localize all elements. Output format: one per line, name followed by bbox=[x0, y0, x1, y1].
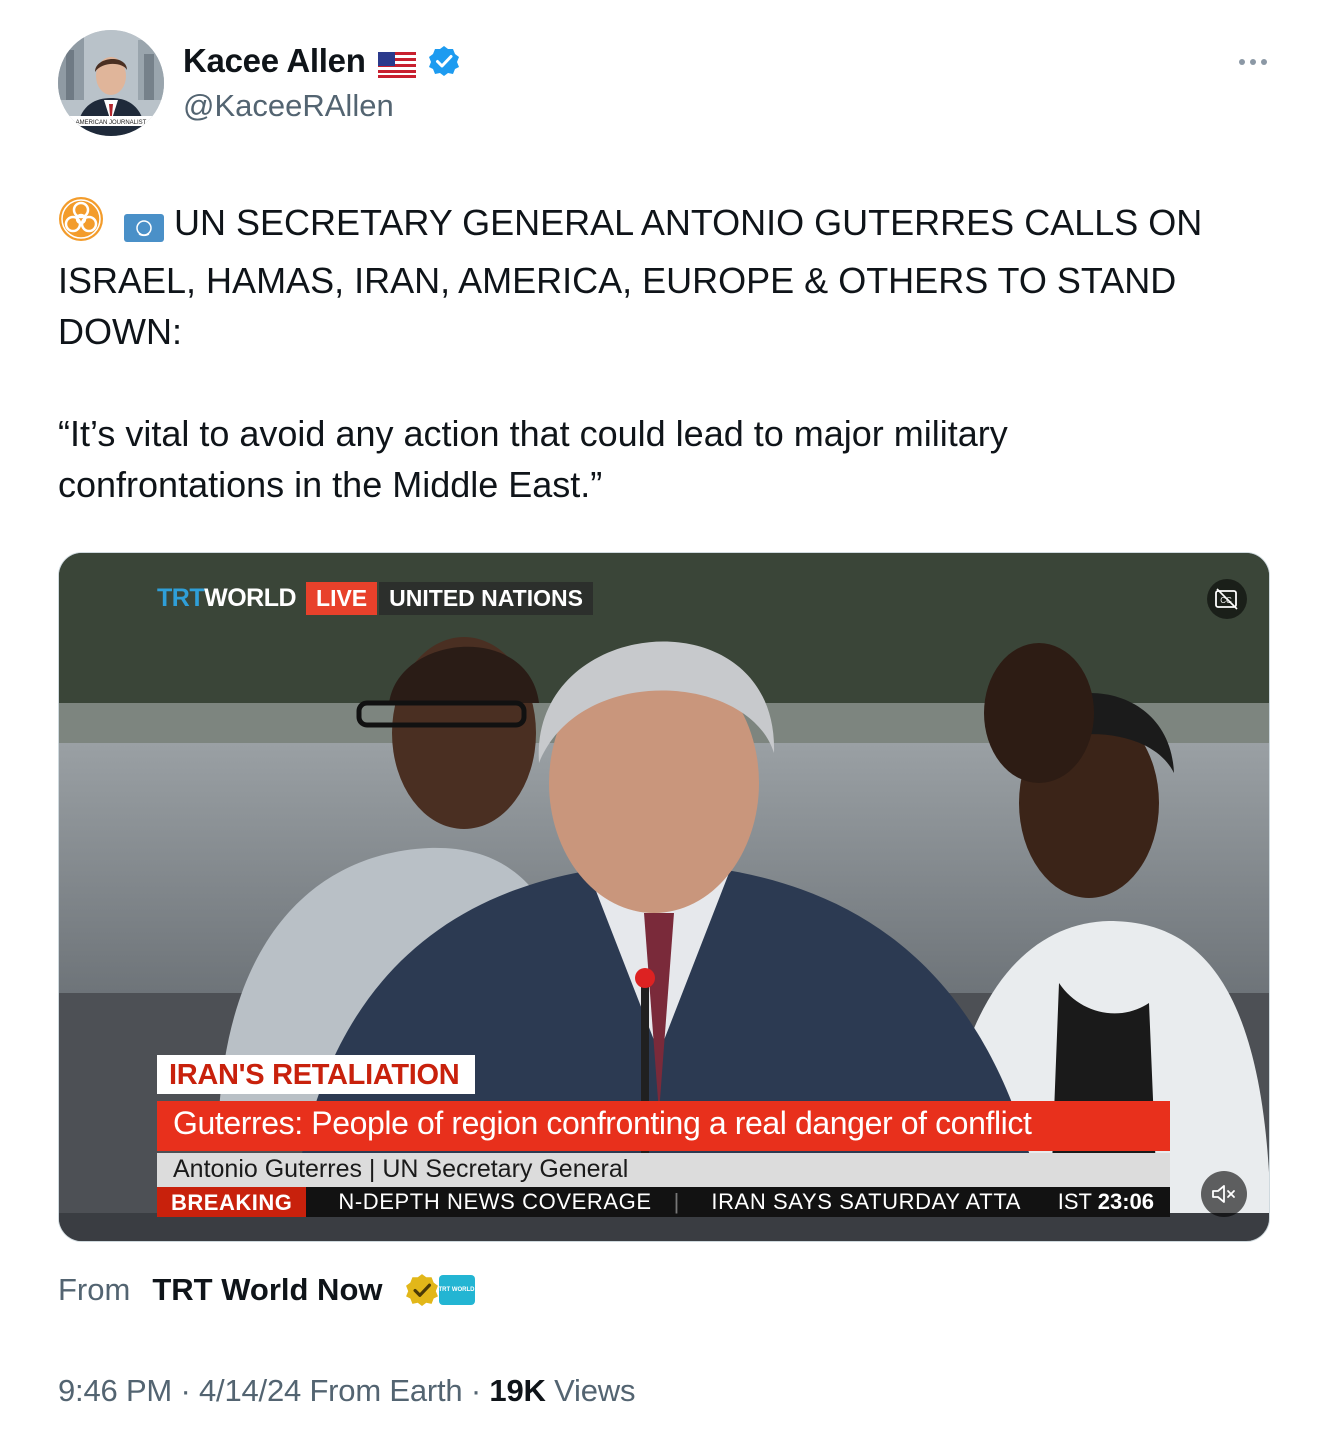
tweet-line-2: ISRAEL, HAMAS, IRAN, AMERICA, EUROPE & O… bbox=[58, 260, 1177, 301]
author-handle[interactable]: @KaceeRAllen bbox=[183, 88, 394, 124]
ticker-breaking-label: BREAKING bbox=[157, 1187, 307, 1217]
tweet-meta: 9:46 PM · 4/14/24 From Earth · 19K Views bbox=[58, 1373, 635, 1409]
un-flag-icon bbox=[124, 204, 165, 255]
biohazard-icon bbox=[58, 196, 104, 255]
lower-third-caption: Guterres: People of region confronting a… bbox=[157, 1101, 1170, 1151]
avatar[interactable]: AMERICAN JOURNALIST bbox=[58, 30, 164, 136]
ticker-item-2: IRAN SAYS SATURDAY ATTA bbox=[711, 1189, 1021, 1214]
affiliate-badge[interactable]: TRT WORLD bbox=[438, 1275, 475, 1305]
views-label: Views bbox=[545, 1373, 636, 1408]
ticker-item-1: N-DEPTH NEWS COVERAGE bbox=[338, 1189, 652, 1214]
ticker-clock: IST 23:06 bbox=[1057, 1189, 1154, 1214]
tweet-line-3: DOWN: bbox=[58, 311, 182, 352]
verified-badge-icon[interactable] bbox=[428, 45, 460, 77]
tweet-line-1: UN SECRETARY GENERAL ANTONIO GUTERRES CA… bbox=[58, 196, 1268, 255]
ticker-separator: | bbox=[673, 1189, 680, 1214]
display-name[interactable]: Kacee Allen bbox=[183, 42, 366, 80]
views-count: 19K bbox=[489, 1373, 546, 1408]
source-prefix: From bbox=[58, 1272, 131, 1307]
location-tag: UNITED NATIONS bbox=[379, 581, 593, 615]
author-name-row[interactable]: Kacee Allen bbox=[183, 42, 460, 80]
avatar-caption: AMERICAN JOURNALIST bbox=[76, 120, 147, 126]
timestamp[interactable]: 9:46 PM · 4/14/24 From Earth · bbox=[58, 1373, 489, 1408]
source-account-link[interactable]: TRT World Now bbox=[152, 1272, 382, 1308]
muted-speaker-icon[interactable] bbox=[1201, 1171, 1247, 1217]
video-player[interactable]: TRTWORLD LIVE UNITED NATIONS CC IRAN'S R… bbox=[58, 552, 1270, 1242]
gold-verified-badge-icon[interactable] bbox=[405, 1273, 439, 1307]
video-source-attribution: From TRT World Now TRT WORLD bbox=[58, 1272, 475, 1308]
closed-captions-icon[interactable]: CC bbox=[1207, 579, 1247, 619]
tweet-text: UN SECRETARY GENERAL ANTONIO GUTERRES CA… bbox=[58, 196, 1268, 510]
trt-world-logo: TRTWORLD bbox=[157, 583, 297, 612]
tweet-line-1-text: UN SECRETARY GENERAL ANTONIO GUTERRES CA… bbox=[174, 202, 1203, 243]
news-ticker: BREAKING N-DEPTH NEWS COVERAGE | IRAN SA… bbox=[157, 1187, 1170, 1217]
lower-third-headline: IRAN'S RETALIATION bbox=[157, 1055, 476, 1094]
trt-channel-bug: TRTWORLD LIVE UNITED NATIONS bbox=[157, 581, 593, 615]
live-tag: LIVE bbox=[306, 581, 378, 615]
lower-third-speaker: Antonio Guterres | UN Secretary General bbox=[157, 1153, 1170, 1187]
more-options-icon[interactable] bbox=[1235, 52, 1271, 72]
us-flag-icon bbox=[377, 48, 416, 78]
tweet-quote-line-2: confrontations in the Middle East.” bbox=[58, 464, 603, 505]
tweet-quote-line-1: “It’s vital to avoid any action that cou… bbox=[58, 413, 1008, 454]
